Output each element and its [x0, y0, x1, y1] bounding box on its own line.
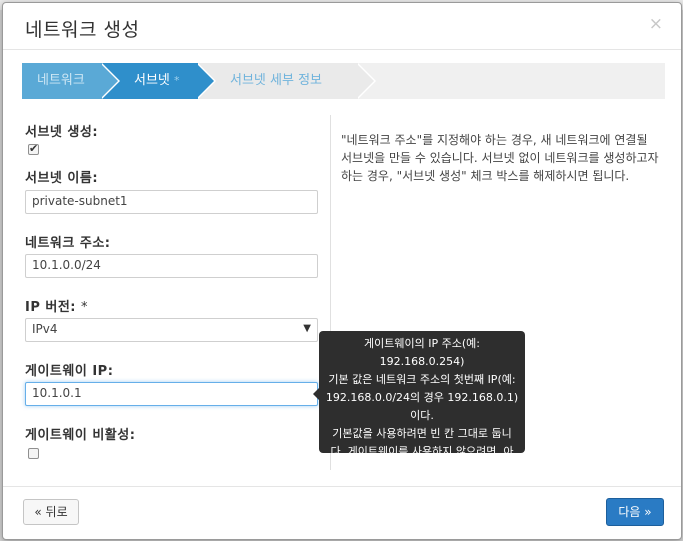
tooltip-line: 게이트웨이의 IP 주소(예: 192.168.0.254) — [364, 337, 480, 368]
create-subnet-checkbox[interactable] — [28, 142, 39, 155]
wizard-step-label: 서브넷 — [134, 73, 170, 88]
tooltip-line: 기본 값은 네트워크 주소의 첫번째 IP(예: — [328, 373, 516, 386]
tooltip-line: 192.168.0.0/24의 경우 192.168.0.1)이다. — [325, 391, 519, 422]
wizard-arrow — [196, 63, 214, 99]
gateway-ip-tooltip: 게이트웨이의 IP 주소(예: 192.168.0.254) 기본 값은 네트워… — [313, 331, 525, 494]
disable-gateway-label: 게이트웨이 비활성: — [25, 428, 136, 443]
next-button[interactable]: 다음 » — [606, 498, 664, 526]
create-network-modal: 네트워크 생성 × 서브넷 세부 정보 서브넷 * 네트워크 서브넷 생성: 서… — [2, 2, 682, 540]
modal-title: 네트워크 생성 — [25, 19, 140, 41]
help-text: "네트워크 주소"를 지정해야 하는 경우, 새 네트워크에 연결될 서브넷을 … — [341, 133, 659, 183]
ip-version-value: IPv4 — [32, 322, 58, 336]
ip-version-label-text: IP 버전: — [25, 300, 77, 315]
tooltip-line: 요. — [415, 481, 429, 494]
network-address-input[interactable]: 10.1.0.0/24 — [25, 254, 318, 278]
ip-version-label: IP 버전: * — [25, 296, 88, 315]
tooltip-line: 기본값을 사용하려면 빈 칸 그대로 둡니 — [332, 427, 512, 440]
wizard-step-subnet-details[interactable]: 서브넷 세부 정보 — [198, 63, 358, 99]
wizard-arrow — [100, 63, 118, 99]
disable-gateway-checkbox[interactable] — [28, 448, 39, 459]
wizard-step-network[interactable]: 네트워크 — [22, 63, 102, 99]
gateway-ip-label: 게이트웨이 IP: — [25, 364, 114, 379]
wizard-step-marker: * — [174, 74, 180, 87]
ip-version-select[interactable]: IPv4 ▼ — [25, 318, 318, 342]
wizard-arrow — [356, 63, 374, 99]
create-subnet-label: 서브넷 생성: — [25, 125, 99, 140]
dropdown-arrow-icon: ▼ — [303, 323, 311, 334]
gateway-ip-input[interactable]: 10.1.0.1 — [25, 382, 318, 406]
wizard-step-label: 서브넷 세부 정보 — [230, 73, 322, 88]
wizard-steps: 서브넷 세부 정보 서브넷 * 네트워크 — [22, 63, 665, 99]
close-icon[interactable]: × — [649, 14, 663, 34]
subnet-name-input[interactable]: private-subnet1 — [25, 190, 318, 214]
modal-header: 네트워크 생성 × — [3, 3, 681, 50]
subnet-form: 서브넷 생성: 서브넷 이름: private-subnet1 네트워크 주소:… — [22, 115, 322, 475]
back-button[interactable]: « 뒤로 — [23, 499, 79, 525]
subnet-name-label: 서브넷 이름: — [25, 171, 99, 186]
wizard-step-label: 네트워크 — [37, 73, 85, 88]
tooltip-line: 다. 게이트웨이를 사용하지 않으려면, 아 — [330, 445, 514, 458]
tooltip-line: 래의 "게이트웨어 비활성화"를 설정하세 — [330, 463, 514, 476]
footer-divider — [3, 486, 681, 487]
required-mark: * — [81, 300, 89, 315]
tooltip-arrow — [313, 388, 319, 400]
network-address-label: 네트워크 주소: — [25, 236, 111, 251]
